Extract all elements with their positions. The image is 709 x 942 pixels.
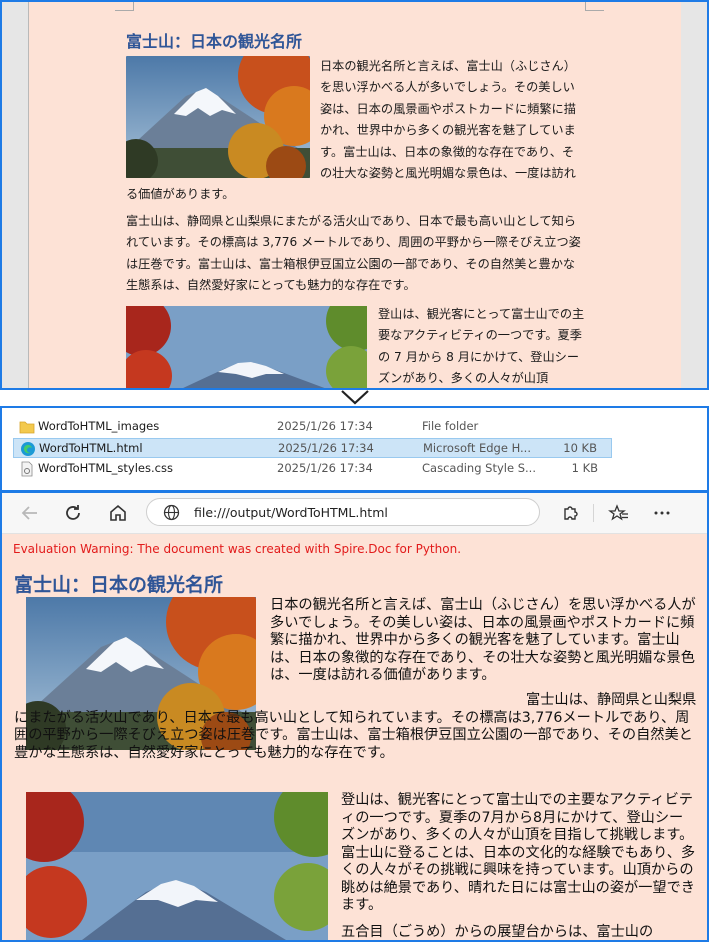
evaluation-warning: Evaluation Warning: The document was cre… (13, 542, 462, 556)
page-paragraph: 五合目（ごうめ）からの展望台からは、富士山の (341, 924, 654, 940)
favorites-icon[interactable] (607, 501, 631, 525)
document-page: 富士山：日本の観光名所 日本の観光名所と言えば、富士山（ふじさん）を思い浮かべる… (28, 2, 685, 388)
fuji-autumn-image (126, 56, 310, 178)
extensions-icon[interactable] (558, 501, 582, 525)
browser-window: file:///output/WordToHTML.html Evaluatio… (0, 491, 709, 942)
file-name: WordToHTML.html (39, 441, 143, 455)
file-type: Microsoft Edge H... (423, 441, 531, 455)
browser-toolbar: file:///output/WordToHTML.html (2, 493, 707, 534)
file-row-folder[interactable]: WordToHTML_images 2025/1/26 17:34 File f… (13, 417, 612, 437)
edge-icon (20, 441, 36, 456)
file-name: WordToHTML_images (38, 419, 160, 433)
file-date: 2025/1/26 17:34 (277, 461, 373, 475)
home-icon[interactable] (106, 501, 130, 525)
globe-icon (163, 504, 180, 521)
document-paragraph: 富士山は、静岡県と山梨県にまたがる活火山であり、日本で最も高い山として知られてい… (126, 214, 581, 293)
file-date: 2025/1/26 17:34 (277, 419, 373, 433)
file-row-html[interactable]: WordToHTML.html 2025/1/26 17:34 Microsof… (13, 438, 612, 458)
address-bar[interactable]: file:///output/WordToHTML.html (146, 498, 540, 526)
document-paragraph: 登山は、観光客にとって富士山での主要なアクティビティの一つです。夏季の 7 月か… (378, 307, 585, 386)
word-document-view: 富士山：日本の観光名所 日本の観光名所と言えば、富士山（ふじさん）を思い浮かべる… (0, 0, 709, 390)
folder-icon (19, 419, 35, 434)
css-file-icon (19, 461, 35, 477)
vertical-scrollbar[interactable] (681, 2, 707, 388)
crop-mark (115, 2, 134, 11)
fuji-maple-image (126, 306, 367, 388)
chevron-down-icon (341, 390, 369, 405)
crop-mark (585, 2, 604, 11)
page-paragraph: 日本の観光名所と言えば、富士山（ふじさん）を思い浮かべる人が多いでしょう。その美… (270, 597, 696, 683)
file-type: File folder (422, 419, 479, 433)
page-paragraph: 登山は、観光客にとって富士山での主要なアクティビティの一つです。夏季の7月から8… (341, 792, 696, 913)
file-date: 2025/1/26 17:34 (278, 441, 374, 455)
file-row-css[interactable]: WordToHTML_styles.css 2025/1/26 17:34 Ca… (13, 459, 612, 479)
page-content: Evaluation Warning: The document was cre… (2, 534, 707, 940)
float-spacer (270, 703, 526, 704)
page-paragraph: 富士山は、静岡県と山梨県にまたがる活火山であり、日本で最も高い山として知られてい… (14, 692, 702, 762)
more-menu-icon[interactable] (650, 501, 674, 525)
file-size: 10 KB (563, 441, 597, 455)
file-name: WordToHTML_styles.css (38, 461, 173, 475)
file-type: Cascading Style S... (422, 461, 536, 475)
file-explorer-list: WordToHTML_images 2025/1/26 17:34 File f… (0, 406, 709, 492)
file-size: 1 KB (571, 461, 598, 475)
fuji-maple-image (26, 792, 328, 940)
page-title: 富士山：日本の観光名所 (14, 574, 224, 596)
back-arrow-icon[interactable] (18, 501, 42, 525)
toolbar-divider (593, 504, 594, 522)
document-paragraph: 日本の観光名所と言えば、富士山（ふじさん）を思い浮かべる人が多いでしょう。その美… (126, 56, 577, 206)
refresh-icon[interactable] (61, 501, 85, 525)
url-text: file:///output/WordToHTML.html (194, 505, 388, 520)
document-title: 富士山：日本の観光名所 (126, 32, 303, 51)
